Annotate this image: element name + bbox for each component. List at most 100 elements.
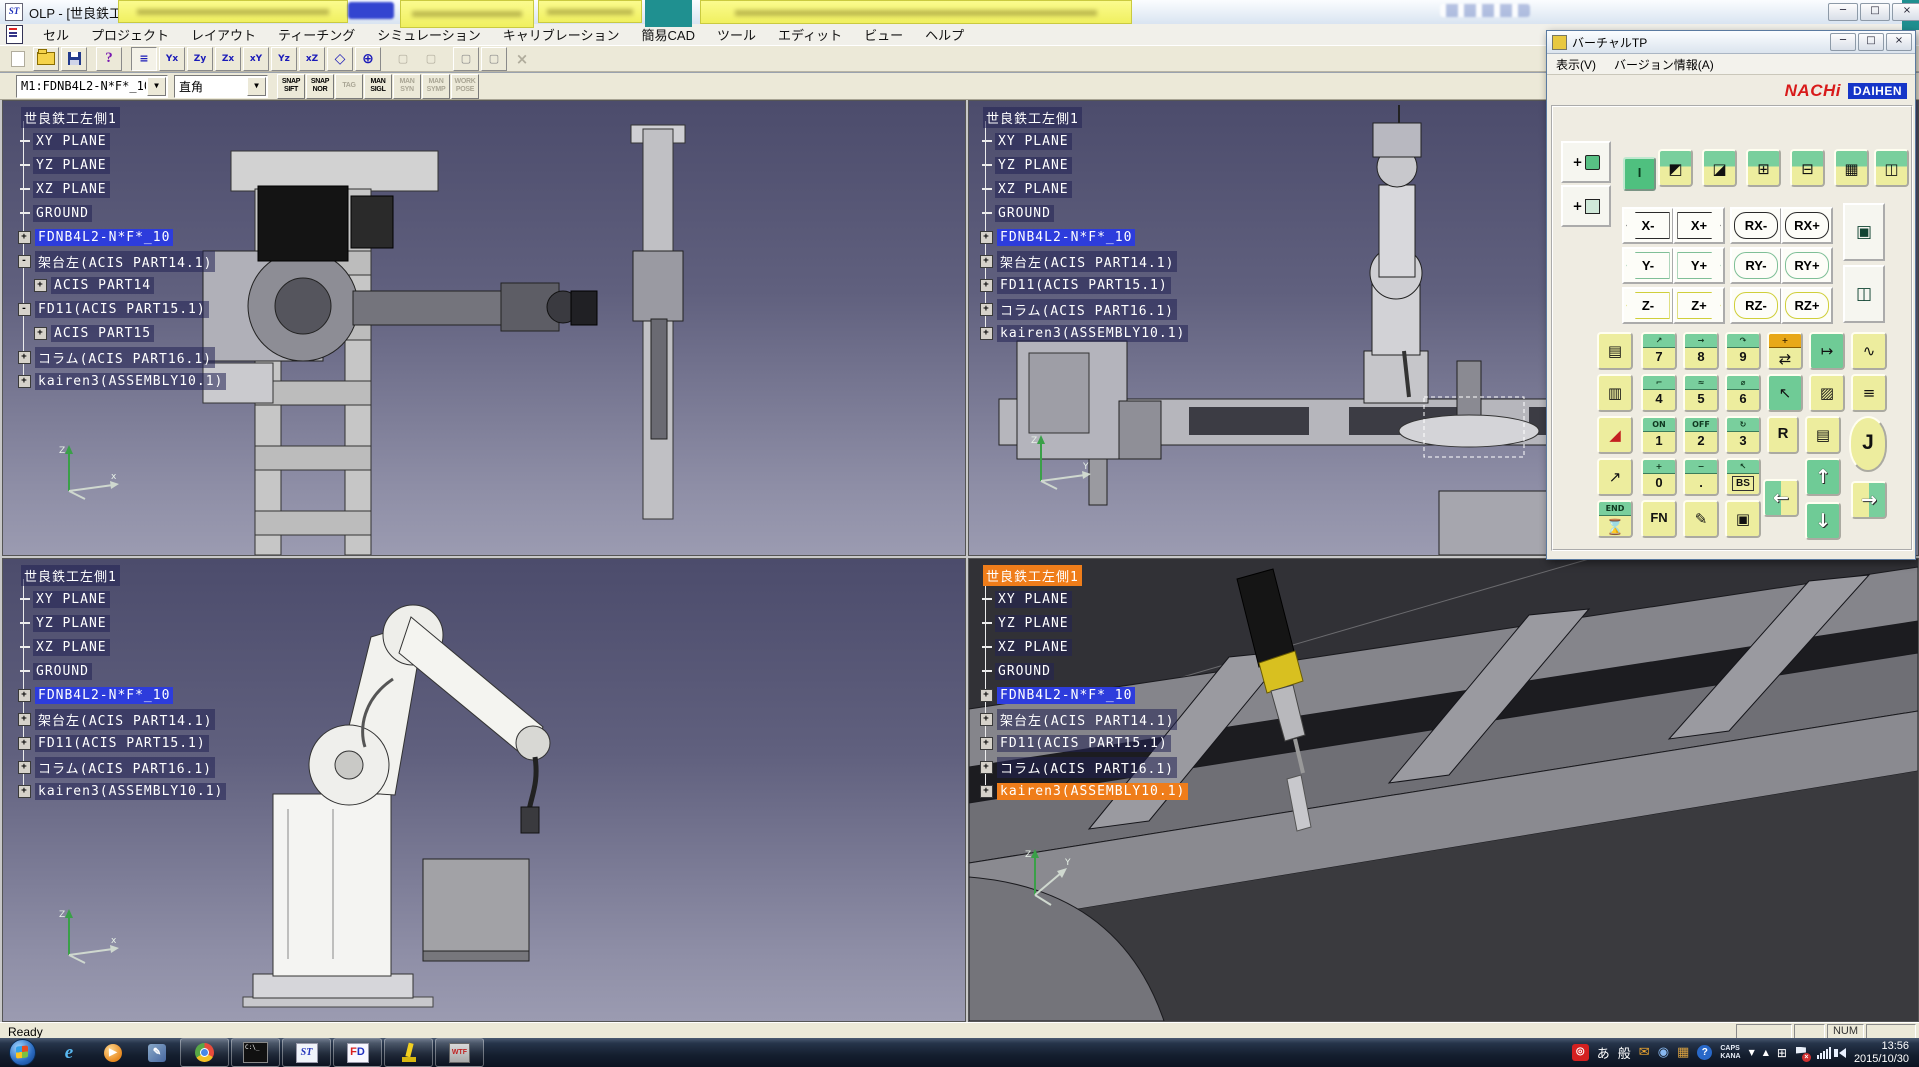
tp-copy-key[interactable]: ▣ [1725,500,1761,538]
tree-item[interactable]: -FD11(ACIS PART15.1) [19,297,226,321]
tp-key-3[interactable]: ↻3 [1725,416,1761,454]
menu-project[interactable]: プロジェクト [80,23,180,46]
tree-item[interactable]: +架台左(ACIS PART14.1) [19,707,226,731]
window-layout-button-1[interactable]: ▢ [390,47,416,71]
jog-ry-plus-button[interactable]: RY+ [1781,247,1833,284]
tree-item[interactable]: +kairen3(ASSEMBLY10.1) [19,369,226,393]
snap-mode-combo[interactable]: 直角 ▼ [174,75,268,98]
tree-item[interactable]: XZ PLANE [19,177,226,201]
tp-minimize-button[interactable]: ─ [1830,33,1856,51]
tree-expand-box[interactable]: + [980,689,993,702]
close-button[interactable]: × [1892,3,1919,21]
tree-item[interactable]: GROUND [19,659,226,683]
ime-icon[interactable]: ◎ [1572,1044,1589,1061]
tree-expand-box[interactable]: + [18,761,31,774]
tp-close-button[interactable]: × [1886,33,1912,51]
tp-io-key-1[interactable]: ▤ [1597,332,1633,370]
work-pose-button[interactable]: WORKPOSE [451,74,479,99]
jog-y-minus-button[interactable]: Y- [1622,247,1674,284]
tree-item[interactable]: 世良鉄工左側1 [981,105,1188,129]
tp-jog-mode-key[interactable]: ⊟ [1790,149,1825,187]
snap-sift-button[interactable]: SNAPSIFT [277,74,305,99]
tp-io-key-2[interactable]: ▥ [1597,374,1633,412]
tree-item[interactable]: +kairen3(ASSEMBLY10.1) [19,779,226,803]
tree-expand-box[interactable]: + [980,255,993,268]
ime-hiragana-indicator[interactable]: あ [1597,1043,1610,1062]
view-xy-button[interactable]: xY [243,47,269,71]
jog-z-plus-button[interactable]: Z+ [1673,287,1725,324]
tree-item[interactable]: GROUND [981,659,1188,683]
tp-cursor-down-key[interactable]: ↓ [1805,502,1841,540]
delete-button[interactable]: × [509,47,535,71]
jog-z-minus-button[interactable]: Z- [1622,287,1674,324]
jog-rx-minus-button[interactable]: RX- [1730,207,1782,244]
tree-item[interactable]: +ACIS PART14 [35,273,226,297]
tp-window-switch-key[interactable]: ◫ [1874,149,1909,187]
virtual-tp-window[interactable]: バーチャルTP ─ □ × 表示(V) バージョン情報(A) NACHi DAI… [1546,30,1916,560]
tree-item[interactable]: -架台左(ACIS PART14.1) [19,249,226,273]
tree-item[interactable]: +FD11(ACIS PART15.1) [981,273,1188,297]
view-zx-button[interactable]: Zx [215,47,241,71]
taskbar-wtf-app-button[interactable]: WTF [435,1038,484,1067]
tree-item[interactable]: +FDNB4L2-N*F*_10 [19,225,226,249]
tree-item[interactable]: XY PLANE [19,129,226,153]
tray-collapse-icon[interactable]: ▲ [1763,1048,1769,1057]
tree-item[interactable]: YZ PLANE [981,611,1188,635]
tree-expand-box[interactable]: + [18,375,31,388]
tree-item[interactable]: GROUND [19,201,226,225]
pan-view-button[interactable]: ⊕ [355,47,381,71]
tp-page-add-button[interactable]: + [1561,185,1611,227]
tp-key-7[interactable]: ↗7 [1641,332,1677,370]
chevron-down-icon[interactable]: ▼ [147,77,166,96]
man-sigl-button[interactable]: MANSIGL [364,74,392,99]
chevron-down-icon[interactable]: ▼ [247,77,266,96]
tp-menu-version[interactable]: バージョン情報(A) [1605,54,1723,75]
tp-bs-key[interactable]: ↖BS [1725,458,1761,496]
tp-fn-key[interactable]: FN [1641,500,1677,538]
tp-weld-key[interactable]: ∿ [1851,332,1887,370]
tp-key-6[interactable]: ⌀6 [1725,374,1761,412]
tp-map-key[interactable]: ▨ [1809,374,1845,412]
menu-teaching[interactable]: ティーチング [267,23,366,46]
menu-layout[interactable]: レイアウト [180,23,267,46]
tree-item[interactable]: +kairen3(ASSEMBLY10.1) [981,321,1188,345]
tree-item[interactable]: GROUND [981,201,1188,225]
menu-edit[interactable]: エディット [767,23,853,46]
tp-key-5[interactable]: ≈5 [1683,374,1719,412]
tp-lines-key[interactable]: ≡ [1851,374,1887,412]
viewport-top-left[interactable]: 世良鉄工左側1 XY PLANE YZ PLANE XZ PLANE GROUN… [2,100,966,556]
tp-title-bar[interactable]: バーチャルTP ─ □ × [1547,31,1915,54]
open-file-button[interactable] [33,47,59,71]
taskbar-media-player-icon[interactable]: ▶ [98,1040,128,1065]
maximize-button[interactable]: □ [1860,3,1890,21]
tree-item[interactable]: XZ PLANE [19,635,226,659]
view-yx-button[interactable]: Yx [159,47,185,71]
tp-menu-view[interactable]: 表示(V) [1547,54,1605,75]
tp-program-list-key[interactable]: ▦ [1834,149,1869,187]
tp-clipboard-key[interactable]: ▤ [1805,416,1841,454]
tp-hand-guide-key[interactable]: ◪ [1702,149,1737,187]
tree-item[interactable]: XY PLANE [19,587,226,611]
volume-icon[interactable] [1839,1048,1846,1058]
tree-item[interactable]: +ACIS PART15 [35,321,226,345]
jog-rz-minus-button[interactable]: RZ- [1730,287,1782,324]
page-button-1[interactable]: ▢ [453,47,479,71]
tp-move-key[interactable]: ↦ [1809,332,1845,370]
tp-key-dot[interactable]: −. [1683,458,1719,496]
tp-window-add-button[interactable]: + [1561,141,1611,183]
tree-item[interactable]: XY PLANE [981,587,1188,611]
window-layout-button-2[interactable]: ▢ [418,47,444,71]
tree-expand-box[interactable]: - [18,303,31,316]
tp-cursor-right-key[interactable]: → [1851,481,1887,519]
jog-rx-plus-button[interactable]: RX+ [1781,207,1833,244]
tree-item[interactable]: XY PLANE [981,129,1188,153]
tree-item[interactable]: 世良鉄工左側1 [981,563,1188,587]
tp-interp-key[interactable]: ↗ [1597,458,1633,496]
viewport-bottom-left[interactable]: 世良鉄工左側1 XY PLANE YZ PLANE XZ PLANE GROUN… [2,558,966,1022]
taskbar-fd-app-button[interactable]: FD [333,1038,382,1067]
taskbar-ie-icon[interactable]: e [54,1040,84,1065]
snap-nor-button[interactable]: SNAPNOR [306,74,334,99]
menu-tools[interactable]: ツール [706,23,767,46]
tray-search-icon[interactable]: ◉ [1658,1045,1669,1060]
tree-expand-box[interactable]: + [980,713,993,726]
